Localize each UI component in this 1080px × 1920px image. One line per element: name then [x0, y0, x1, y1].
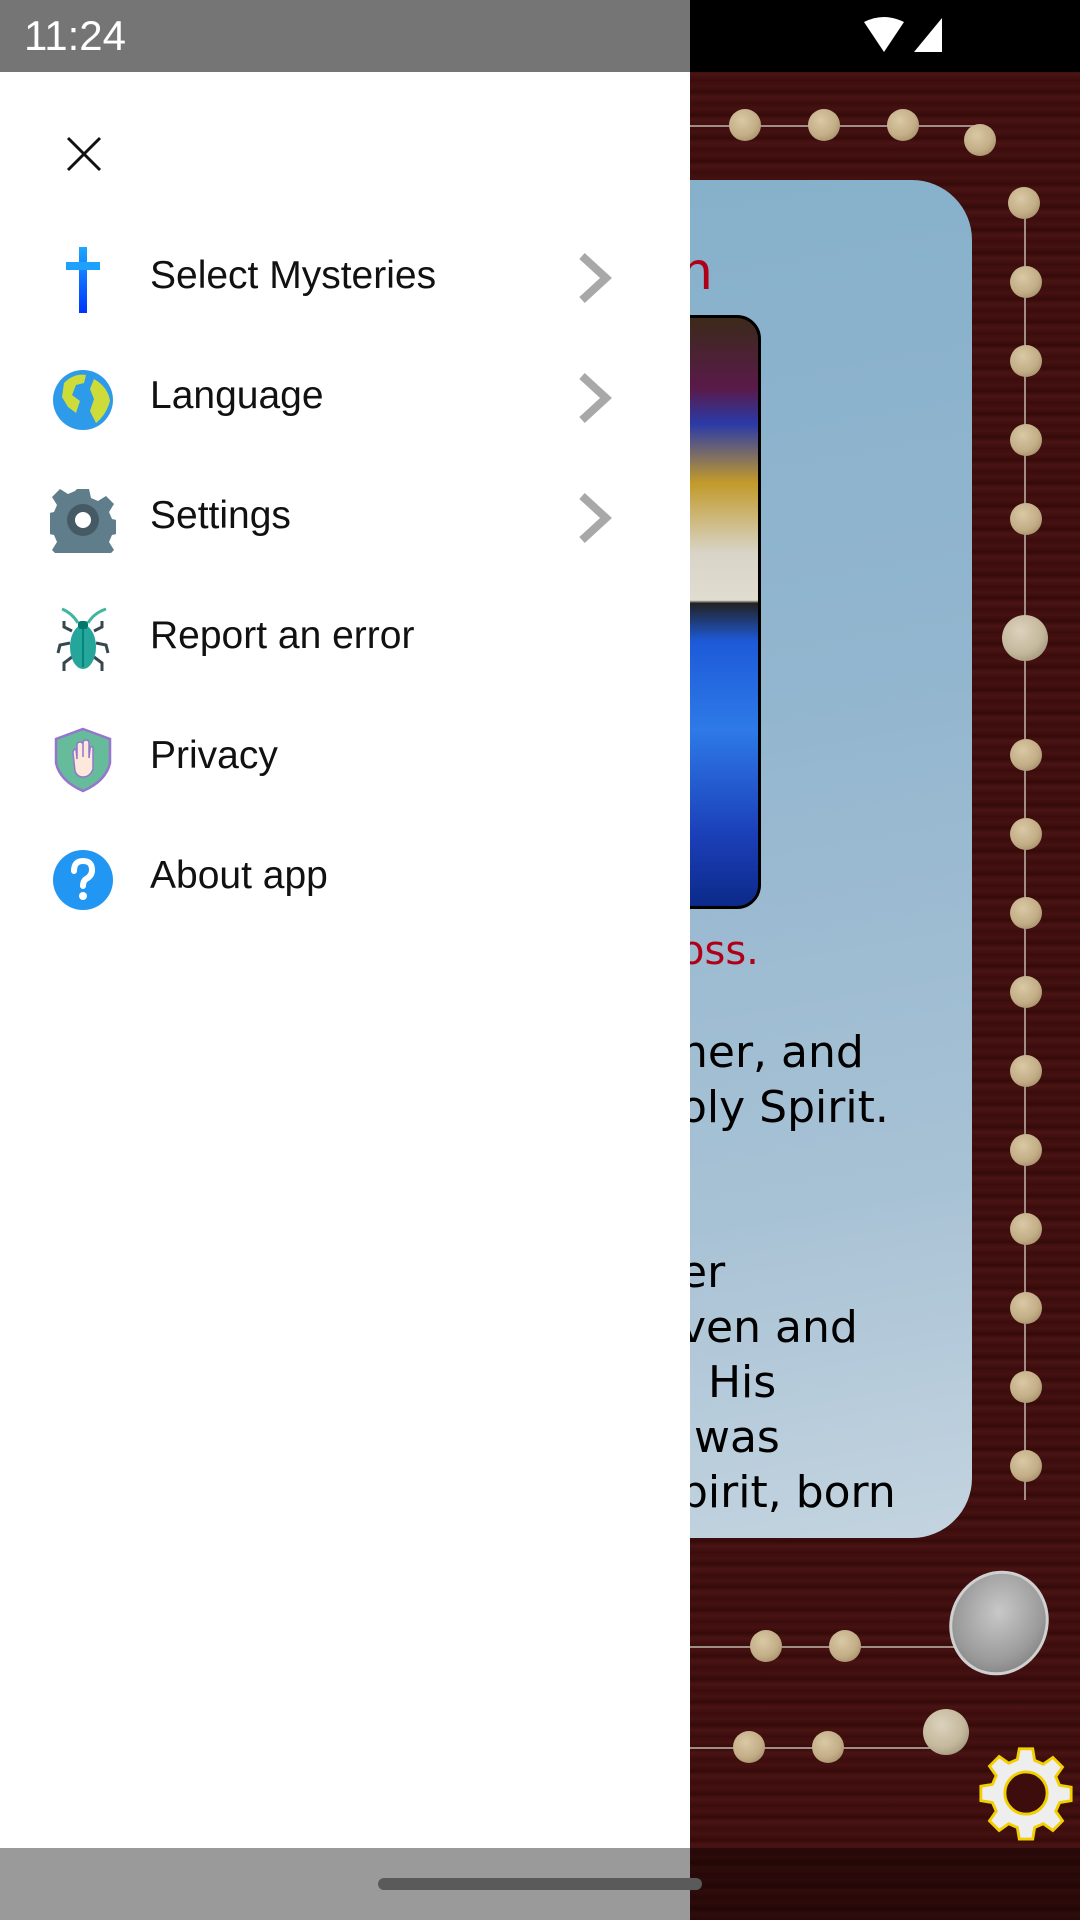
rosary-bead[interactable] [964, 124, 996, 156]
chevron-right-icon [579, 373, 612, 423]
menu-item-label: Select Mysteries [150, 254, 437, 297]
status-bar: 11:24 [0, 0, 690, 72]
chevron-right-icon [579, 493, 612, 543]
rosary-our-father-bead[interactable] [923, 1709, 969, 1755]
rosary-bead[interactable] [829, 1630, 861, 1662]
menu-item-report-error[interactable]: Report an error [0, 582, 690, 692]
rosary-bead[interactable] [808, 109, 840, 141]
status-bar-right [690, 0, 1080, 72]
rosary-chain [690, 1646, 960, 1648]
bug-icon [56, 607, 110, 671]
globe-icon [53, 370, 113, 430]
rosary-bead[interactable] [1010, 1292, 1042, 1324]
rosary-bead[interactable] [1010, 1450, 1042, 1482]
rosary-bead[interactable] [729, 109, 761, 141]
rosary-bead[interactable] [1010, 739, 1042, 771]
rosary-bead[interactable] [1010, 897, 1042, 929]
system-icons [864, 17, 942, 52]
rosary-bead[interactable] [887, 109, 919, 141]
rosary-our-father-bead[interactable] [1002, 615, 1048, 661]
rosary-bead[interactable] [750, 1630, 782, 1662]
prayer-text: ner, and oly Spirit. er ven and , His wa… [680, 1027, 896, 1518]
nav-bar-right [690, 1848, 1080, 1920]
chevron-right-icon [579, 253, 612, 303]
rosary-bead[interactable] [1010, 503, 1042, 535]
status-time: 11:24 [24, 12, 126, 59]
menu-item-privacy[interactable]: Privacy [0, 702, 690, 812]
sign-of-cross-caption: oss. [680, 928, 759, 974]
rosary-bead[interactable] [1010, 1371, 1042, 1403]
navigation-drawer: 11:24 Select Mysteries Language Settings… [0, 0, 690, 1920]
menu-item-settings[interactable]: Settings [0, 462, 690, 572]
cross-icon [66, 247, 100, 313]
question-icon [53, 850, 113, 910]
rosary-bead[interactable] [1010, 818, 1042, 850]
rosary-bead[interactable] [1010, 345, 1042, 377]
wifi-icon [864, 17, 904, 52]
menu-item-label: Settings [150, 494, 291, 537]
signal-icon [914, 18, 942, 52]
rosary-bead[interactable] [1010, 1055, 1042, 1087]
settings-gear-button[interactable] [978, 1745, 1074, 1841]
rosary-bead[interactable] [1010, 1134, 1042, 1166]
menu-item-label: Report an error [150, 614, 415, 657]
gear-icon [50, 489, 116, 553]
rosary-bead[interactable] [1010, 1213, 1042, 1245]
close-icon[interactable] [60, 130, 108, 178]
menu-item-label: Privacy [150, 734, 278, 777]
shield-hand-icon [54, 727, 112, 793]
menu-item-language[interactable]: Language [0, 342, 690, 452]
menu-item-label: Language [150, 374, 324, 417]
rosary-bead[interactable] [1008, 187, 1040, 219]
rosary-bead[interactable] [1010, 424, 1042, 456]
rosary-bead[interactable] [812, 1731, 844, 1763]
rosary-bead[interactable] [733, 1731, 765, 1763]
rosary-bead[interactable] [1010, 976, 1042, 1008]
menu-item-about-app[interactable]: About app [0, 822, 690, 932]
menu-item-select-mysteries[interactable]: Select Mysteries [0, 222, 690, 332]
home-gesture-handle[interactable] [378, 1878, 702, 1890]
menu-item-label: About app [150, 854, 328, 897]
rosary-bead[interactable] [1010, 266, 1042, 298]
